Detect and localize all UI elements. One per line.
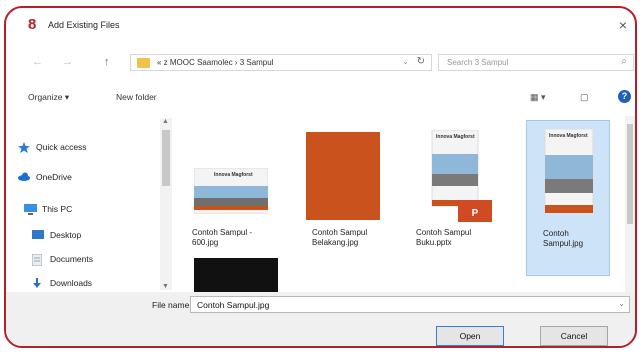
open-button[interactable]: Open xyxy=(436,326,504,346)
thumbnail-title: Innova Magforst xyxy=(436,134,475,140)
download-icon xyxy=(32,278,44,288)
file-name: Contoh Sampul Belakang.jpg xyxy=(312,228,368,247)
nav-item-desktop[interactable]: Desktop xyxy=(32,230,82,240)
dialog-window: 8 Add Existing Files × ← → ↑ « z MOOC Sa… xyxy=(4,6,637,348)
refresh-icon[interactable]: ↻ xyxy=(417,56,425,67)
file-thumbnail xyxy=(306,132,380,220)
preview-pane-icon[interactable]: ▢ xyxy=(580,92,589,103)
svg-text:P: P xyxy=(472,208,479,219)
nav-label: Quick access xyxy=(36,142,87,152)
nav-label: This PC xyxy=(42,204,73,214)
nav-item-downloads[interactable]: Downloads xyxy=(33,278,93,288)
nav-item-documents[interactable]: Documents xyxy=(31,253,93,267)
cloud-icon xyxy=(18,172,30,182)
nav-scrollbar[interactable]: ▲ ▼ xyxy=(160,118,172,290)
new-folder-button[interactable]: New folder xyxy=(116,92,157,102)
back-arrow-icon[interactable]: ← xyxy=(32,56,43,68)
file-tile-selected[interactable]: Innova Magforst Contoh Sampul.jpg xyxy=(526,120,610,276)
scroll-up-icon[interactable]: ▲ xyxy=(162,118,169,125)
toolbar: Organize ▾ New folder ▦ ▾ ▢ ? xyxy=(6,88,635,110)
path-field[interactable]: « z MOOC Saamolec › 3 Sampul ⌄ ↻ xyxy=(130,54,432,71)
file-thumbnail-partial[interactable] xyxy=(194,258,278,292)
search-input[interactable]: Search 3 Sampul ⌕ xyxy=(438,54,634,71)
navigation-pane: Quick access OneDrive This PC Desktop Do… xyxy=(6,116,174,292)
chevron-down-icon[interactable]: ⌄ xyxy=(402,57,409,66)
title-bar: 8 Add Existing Files × xyxy=(6,8,635,42)
search-icon: ⌕ xyxy=(621,56,627,67)
file-thumbnail: P xyxy=(431,130,492,222)
nav-item-quick-access[interactable]: Quick access xyxy=(18,142,87,153)
breadcrumb[interactable]: « z MOOC Saamolec › 3 Sampul xyxy=(157,58,273,67)
star-icon xyxy=(18,142,30,153)
documents-icon xyxy=(31,253,44,267)
file-list: Innova Magforst Contoh Sampul - 600.jpg … xyxy=(178,116,623,292)
computer-icon xyxy=(24,204,37,215)
chevron-down-icon[interactable]: ⌄ xyxy=(618,299,625,308)
file-thumbnail xyxy=(544,129,594,214)
file-tile[interactable]: Contoh Sampul Belakang.jpg xyxy=(298,120,388,276)
file-name: Contoh Sampul.jpg xyxy=(543,229,584,248)
nav-item-onedrive[interactable]: OneDrive xyxy=(18,172,72,182)
nav-label: Desktop xyxy=(50,230,82,240)
address-bar: ← → ↑ « z MOOC Saamolec › 3 Sampul ⌄ ↻ S… xyxy=(6,50,635,76)
scroll-thumb[interactable] xyxy=(627,124,633,224)
nav-label: Documents xyxy=(50,254,93,264)
close-icon[interactable]: × xyxy=(619,17,627,33)
file-tile[interactable]: P Innova Magforst Contoh Sampul Buku.ppt… xyxy=(410,120,500,276)
file-list-scrollbar[interactable] xyxy=(625,116,635,292)
view-options-icon[interactable]: ▦ ▾ xyxy=(530,92,546,103)
nav-label: OneDrive xyxy=(36,172,72,182)
file-name: Contoh Sampul - 600.jpg xyxy=(192,228,253,247)
filename-value: Contoh Sampul.jpg xyxy=(197,300,270,310)
cancel-button[interactable]: Cancel xyxy=(540,326,608,346)
window-title: Add Existing Files xyxy=(48,20,120,30)
nav-label: Downloads xyxy=(50,278,93,288)
up-arrow-icon[interactable]: ↑ xyxy=(104,56,110,68)
search-placeholder: Search 3 Sampul xyxy=(447,58,509,67)
nav-item-this-pc[interactable]: This PC xyxy=(24,204,73,215)
file-name: Contoh Sampul Buku.pptx xyxy=(416,228,472,247)
scroll-thumb[interactable] xyxy=(162,130,170,186)
app-logo-icon: 8 xyxy=(28,16,37,33)
thumbnail-title: Innova Magforst xyxy=(214,172,253,178)
filename-label: File name: xyxy=(152,300,192,310)
dialog-footer: File name: Contoh Sampul.jpg ⌄ Open Canc… xyxy=(6,292,635,346)
thumbnail-title: Innova Magforst xyxy=(549,133,588,139)
forward-arrow-icon[interactable]: → xyxy=(62,56,73,68)
scroll-down-icon[interactable]: ▼ xyxy=(162,283,169,290)
help-icon[interactable]: ? xyxy=(618,90,631,103)
organize-menu[interactable]: Organize ▾ xyxy=(28,92,69,103)
folder-icon xyxy=(137,58,150,68)
desktop-icon xyxy=(32,230,44,240)
file-tile[interactable]: Innova Magforst Contoh Sampul - 600.jpg xyxy=(186,120,276,276)
filename-input[interactable]: Contoh Sampul.jpg ⌄ xyxy=(190,296,630,313)
